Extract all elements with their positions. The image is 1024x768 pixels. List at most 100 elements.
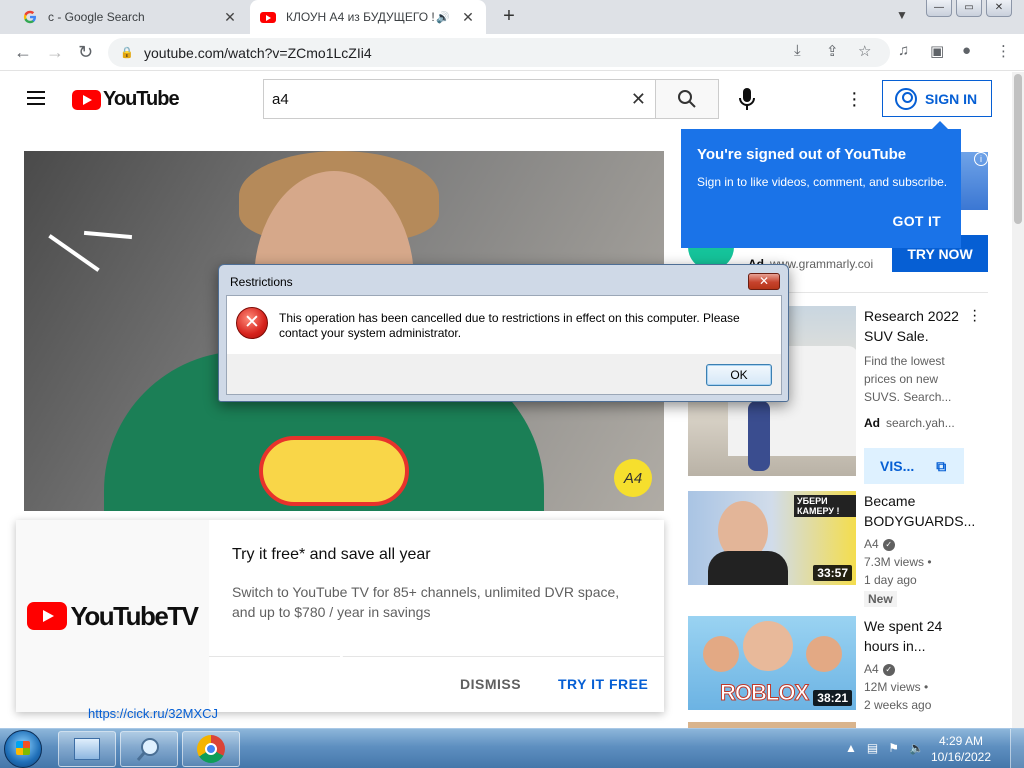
reload-icon[interactable]: ↻ [78, 42, 93, 63]
video-title[interactable]: Research 2022 SUV Sale. [864, 306, 974, 346]
url-text: youtube.com/watch?v=ZCmo1LcZIi4 [144, 44, 372, 61]
new-badge: New [864, 591, 897, 607]
back-arrow-icon[interactable]: ← [14, 42, 32, 63]
bookmark-star-icon[interactable]: ☆ [858, 42, 871, 60]
external-link-icon: ⧉ [936, 457, 947, 474]
close-window-button[interactable]: ✕ [986, 0, 1012, 17]
video-duration: 33:57 [813, 565, 852, 581]
browser-toolbar: ← → ↻ 🔒 youtube.com/watch?v=ZCmo1LcZIi4 … [0, 34, 1024, 71]
video-age: 2 weeks ago [864, 698, 932, 712]
youtube-tv-logo-text: YouTubeTV [70, 600, 199, 631]
search-icon [678, 90, 696, 108]
taskbar-search[interactable] [120, 731, 178, 767]
dismiss-button[interactable]: DISMISS [460, 676, 521, 692]
media-control-icon[interactable]: ♫ [898, 42, 909, 59]
ad-source: search.yah... [886, 416, 955, 430]
youtube-logo-text: YouTube [103, 88, 180, 110]
search-query: a4 [272, 90, 289, 108]
tab-title: КЛОУН А4 из БУДУЩЕГО ! - [286, 10, 437, 24]
youtube-logo[interactable]: YouTube [72, 88, 180, 111]
search-input[interactable]: a4 ✕ [263, 79, 656, 119]
youtube-tv-promo: YouTubeTV Try it free* and save all year… [16, 520, 664, 712]
tooltip-description: Sign in to like videos, comment, and sub… [697, 175, 948, 189]
verified-check-icon: ✓ [882, 663, 895, 676]
video-views: 7.3M views • [864, 555, 932, 569]
action-center-flag-icon[interactable]: ⚑ [888, 741, 899, 755]
lock-icon: 🔒 [120, 47, 134, 59]
settings-more-icon[interactable]: · · · [851, 83, 859, 115]
tab-title: c - Google Search [48, 10, 145, 24]
signed-out-tooltip: You're signed out of YouTube Sign in to … [681, 121, 961, 248]
video-duration: 38:21 [813, 690, 852, 706]
side-panel-icon[interactable]: ▣ [930, 42, 944, 60]
network-icon[interactable]: ▤ [867, 741, 878, 755]
channel-watermark[interactable]: A4 [614, 459, 652, 497]
video-thumbnail[interactable]: ROBLOX 38:21 [688, 616, 856, 710]
menu-icon[interactable] [27, 91, 45, 105]
more-actions-icon[interactable]: · · · [972, 303, 977, 329]
window-controls: — ▭ ✕ [926, 0, 1012, 17]
tab-close-icon[interactable]: ✕ [458, 9, 478, 26]
chrome-icon [197, 735, 225, 763]
sign-in-button[interactable]: SIGN IN [882, 80, 992, 117]
youtube-favicon-icon [260, 9, 276, 25]
video-title[interactable]: We spent 24 hours in... [864, 616, 974, 656]
clear-search-icon[interactable]: ✕ [631, 89, 646, 110]
system-tray: ▲ ▤ ⚑ 🔈 [845, 741, 924, 755]
forward-arrow-icon[interactable]: → [46, 42, 64, 63]
channel-name[interactable]: A4 ✓ [864, 535, 895, 553]
voice-search-icon[interactable] [735, 86, 759, 112]
error-icon: ✕ [236, 307, 268, 339]
dialog-close-button[interactable]: ✕ [748, 273, 780, 290]
browser-tab-strip: c - Google Search ✕ КЛОУН А4 из БУДУЩЕГО… [0, 0, 1024, 34]
taskbar-clock[interactable]: 4:29 AM 10/16/2022 [930, 733, 992, 765]
visit-site-button[interactable]: VIS... ⧉ [864, 448, 964, 484]
description-link[interactable]: https://cick.ru/32MXCJ [88, 706, 218, 721]
search-button[interactable] [655, 79, 719, 119]
start-button[interactable] [4, 730, 42, 768]
share-icon[interactable]: ⇪ [826, 42, 839, 60]
show-hidden-icons-icon[interactable]: ▲ [845, 741, 857, 755]
ad-info-icon[interactable]: i [974, 152, 988, 166]
tooltip-title: You're signed out of YouTube [697, 146, 907, 163]
chrome-menu-icon[interactable]: ⋮ [996, 42, 1011, 60]
verified-check-icon: ✓ [882, 538, 895, 551]
dialog-title: Restrictions [230, 275, 293, 289]
scrollbar-thumb[interactable] [1014, 74, 1022, 224]
video-views: 12M views • [864, 680, 929, 694]
tab-youtube-video[interactable]: КЛОУН А4 из БУДУЩЕГО ! - 🔊 ✕ [250, 0, 486, 34]
try-it-free-button[interactable]: TRY IT FREE [558, 676, 648, 692]
video-thumbnail[interactable]: УБЕРИ КАМЕРУ ! 33:57 [688, 491, 856, 585]
minimize-button[interactable]: — [926, 0, 952, 17]
show-desktop-button[interactable] [1010, 729, 1024, 768]
ok-button[interactable]: OK [706, 364, 772, 386]
video-title[interactable]: Became BODYGUARDS... [864, 491, 975, 531]
magnifier-icon [136, 738, 159, 761]
taskbar-chrome[interactable] [182, 731, 240, 767]
address-bar[interactable]: 🔒 youtube.com/watch?v=ZCmo1LcZIi4 [108, 38, 890, 67]
page-scrollbar[interactable] [1012, 72, 1024, 728]
ad-description: Find the lowest prices on new SUVS. Sear… [864, 354, 952, 404]
control-panel-icon [74, 738, 100, 760]
tab-close-icon[interactable]: ✕ [220, 9, 240, 26]
dialog-message: This operation has been cancelled due to… [279, 311, 740, 340]
account-icon [895, 87, 917, 110]
video-age: 1 day ago [864, 573, 917, 587]
tab-search-chevron-icon[interactable]: ▼ [896, 8, 908, 22]
profile-icon[interactable]: ● [962, 42, 971, 59]
maximize-button[interactable]: ▭ [956, 0, 982, 17]
list-item[interactable]: ROBLOX 38:21 We spent 24 hours in... A4 ✓… [688, 616, 988, 716]
volume-icon[interactable]: 🔈 [909, 741, 924, 755]
promo-title: Try it free* and save all year [232, 546, 431, 563]
promo-description: Switch to YouTube TV for 85+ channels, u… [232, 584, 620, 620]
install-app-icon[interactable]: ⤓ [794, 42, 801, 59]
taskbar-control-panel[interactable] [58, 731, 116, 767]
audio-playing-icon[interactable]: 🔊 [436, 11, 450, 24]
channel-name[interactable]: A4 ✓ [864, 660, 895, 678]
new-tab-button[interactable]: + [498, 6, 520, 28]
got-it-button[interactable]: GOT IT [893, 213, 941, 229]
tab-google-search[interactable]: c - Google Search ✕ [8, 0, 248, 34]
youtube-tv-play-icon [27, 602, 68, 630]
list-item[interactable]: УБЕРИ КАМЕРУ ! 33:57 Became BODYGUARDS..… [688, 491, 988, 611]
restrictions-dialog: Restrictions ✕ ✕ This operation has been… [218, 264, 789, 402]
